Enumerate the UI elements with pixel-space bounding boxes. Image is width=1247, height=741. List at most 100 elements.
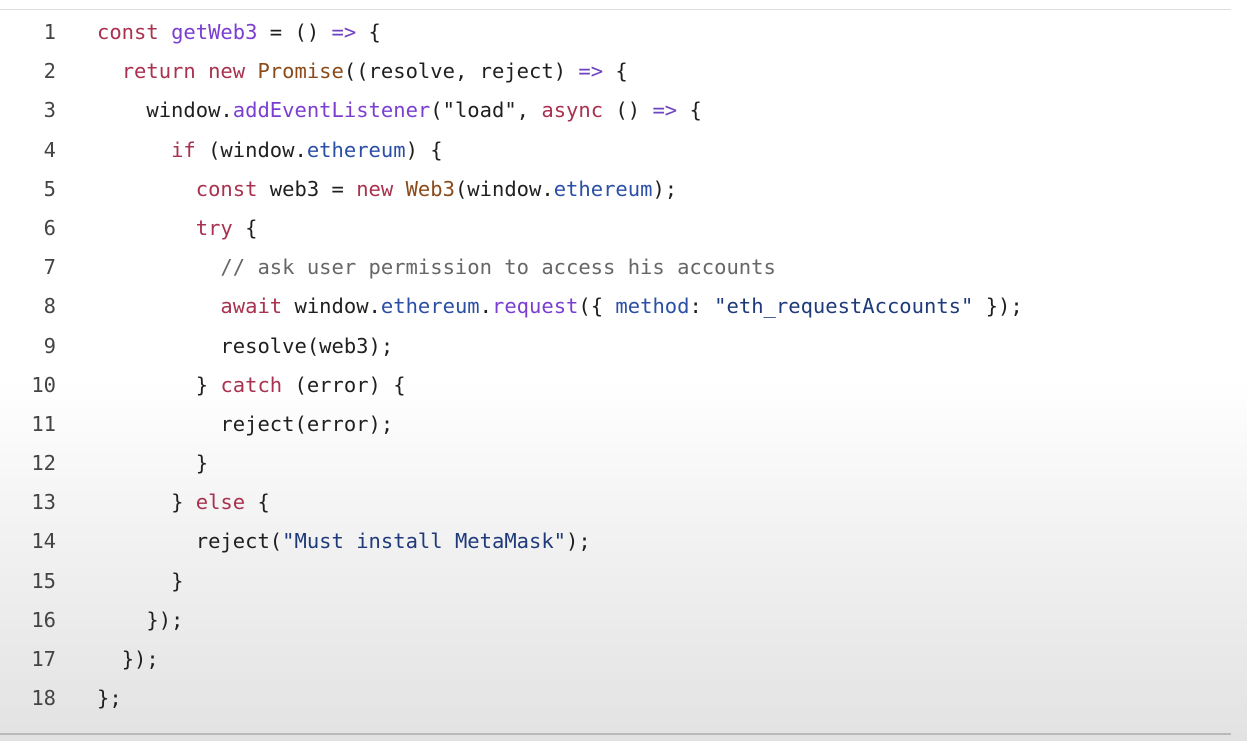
code-token: // ask user permission to access his acc… [220,255,776,280]
line-number: 6 [43,215,56,240]
line-source: const getWeb3 = () => { [97,13,381,52]
code-line: 14 reject("Must install MetaMask"); [0,522,1247,561]
bottom-divider [0,733,1231,735]
code-token: . [479,294,492,319]
code-token: window. [146,98,233,123]
code-token: async [541,98,604,123]
code-token: window. [282,294,381,319]
code-line: 16 }); [0,601,1247,640]
line-number: 1 [43,20,56,44]
code-token: (window. [195,137,307,162]
line-number: 10 [31,372,56,397]
line-number: 12 [31,451,56,476]
code-token: { [356,20,381,44]
code-token: ) { [405,137,443,162]
line-number: 4 [43,137,56,162]
line-number: 13 [31,490,56,515]
code-token: Web3 [405,176,455,201]
code-viewer: 1 const getWeb3 = () => { 2 return new Pro… [0,0,1247,741]
code-token: () [603,98,653,123]
code-token: else [195,490,246,515]
code-token: addEventListener [232,98,431,123]
code-token: } [195,372,221,397]
line-source: } catch (error) { [97,366,406,405]
code-token: web3 = [257,176,357,201]
code-token: => [578,59,604,84]
code-line: 9 resolve(web3); [0,327,1247,366]
top-divider [0,9,1231,10]
code-line: 18}; [0,679,1247,718]
line-number: 16 [31,607,56,632]
line-source: resolve(web3); [97,327,393,366]
line-number: 15 [31,568,56,593]
line-number: 7 [43,255,56,280]
code-line: 6 try { [0,209,1247,248]
code-token: { [603,59,628,84]
line-source: await window.ethereum.request({ method: … [97,287,1022,326]
code-line: 13 } else { [0,483,1247,522]
code-token: }; [97,686,122,711]
line-source: reject("Must install MetaMask"); [97,522,591,561]
line-number: 3 [43,98,56,123]
code-line: 1 const getWeb3 = () => { [0,13,1247,52]
code-token: catch [220,372,283,397]
code-token: (error) { [282,372,406,397]
line-source: }; [97,679,122,718]
code-token: new [356,176,394,201]
code-token: } [195,451,209,476]
code-token: return [121,59,196,84]
line-source: if (window.ethereum) { [97,131,443,170]
code-block[interactable]: 1 const getWeb3 = () => { 2 return new Pro… [0,13,1247,718]
code-token: reject( [195,529,283,554]
code-token: reject(error); [220,411,394,436]
line-source: }); [97,601,183,640]
code-token: { [677,98,702,123]
code-line: 10 } catch (error) { [0,366,1247,405]
code-line: 11 reject(error); [0,405,1247,444]
line-number: 9 [43,333,56,358]
code-token: "eth_requestAccounts" [714,294,974,319]
code-token: }); [146,607,184,632]
code-token: ); [652,176,678,201]
line-source: return new Promise((resolve, reject) => … [97,52,628,91]
code-token: try [195,215,233,240]
line-number: 18 [31,686,56,711]
line-number: 2 [43,59,56,84]
code-token: new [208,59,246,84]
code-line: 4 if (window.ethereum) { [0,131,1247,170]
line-source: // ask user permission to access his acc… [97,248,776,287]
code-line: 17 }); [0,640,1247,679]
code-line: 7 // ask user permission to access his a… [0,248,1247,287]
code-token: => [652,98,678,123]
line-source: const web3 = new Web3(window.ethereum); [97,170,677,209]
code-token: => [331,20,357,44]
code-token: if [171,137,196,162]
line-source: } [97,444,208,483]
code-token: { [232,215,258,240]
line-source: reject(error); [97,405,393,444]
code-token: "Must install MetaMask" [282,529,567,554]
code-token: ({ [578,294,616,319]
line-source: } [97,562,183,601]
code-token: = () [257,20,332,44]
code-line: 15 } [0,562,1247,601]
line-source: try { [97,209,258,248]
